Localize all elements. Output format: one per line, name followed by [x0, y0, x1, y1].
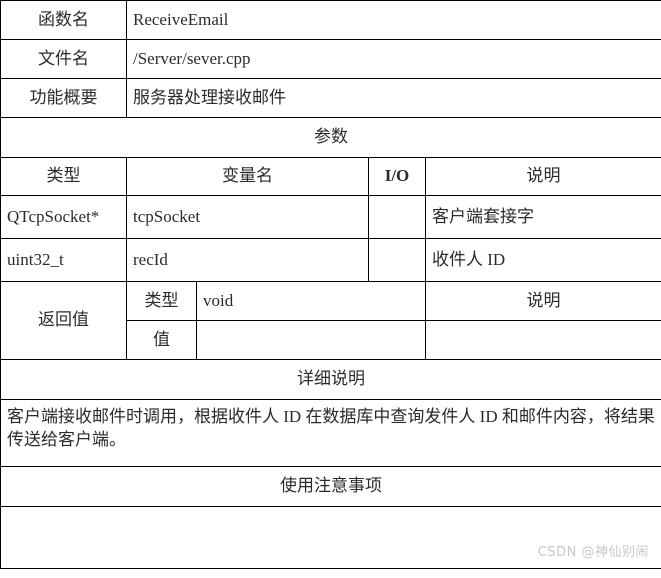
- cell-param-type: uint32_t: [0, 238, 127, 282]
- row-parameter-headers: 类型 变量名 I/O 说明: [0, 157, 661, 196]
- value-function-name: ReceiveEmail: [125, 0, 661, 40]
- row-notes-band: 使用注意事项: [0, 466, 661, 507]
- cell-param-io: [368, 195, 426, 239]
- text-detail-description: 客户端接收邮件时调用，根据收件人 ID 在数据库中查询发件人 ID 和邮件内容，…: [0, 399, 661, 467]
- band-parameters: 参数: [0, 117, 661, 158]
- header-param-type: 类型: [0, 157, 127, 196]
- label-function-name: 函数名: [0, 0, 127, 40]
- band-usage-notes: 使用注意事项: [0, 466, 661, 507]
- table-row: QTcpSocket* tcpSocket 客户端套接字: [0, 195, 661, 239]
- cell-param-variable: recId: [126, 238, 369, 282]
- row-return-type: 返回值 类型 void 说明: [0, 281, 661, 360]
- row-file-name: 文件名 /Server/sever.cpp: [0, 39, 661, 79]
- value-file-name: /Server/sever.cpp: [125, 39, 661, 79]
- csdn-watermark: CSDN @神仙别闹: [537, 545, 649, 560]
- row-detail-band: 详细说明: [0, 359, 661, 400]
- label-return-type: 类型: [126, 281, 197, 321]
- value-return-value: [196, 320, 426, 360]
- cell-param-io: [368, 238, 426, 282]
- function-spec-document: 函数名 ReceiveEmail 文件名 /Server/sever.cpp 功…: [0, 0, 661, 569]
- cell-param-type: QTcpSocket*: [0, 195, 127, 239]
- function-spec-table: 函数名 ReceiveEmail 文件名 /Server/sever.cpp 功…: [0, 0, 661, 569]
- row-parameters-band: 参数: [0, 117, 661, 158]
- table-row: uint32_t recId 收件人 ID: [0, 238, 661, 282]
- header-param-description: 说明: [424, 157, 661, 196]
- header-return-description: 说明: [424, 281, 661, 321]
- cell-param-variable: tcpSocket: [126, 195, 369, 239]
- band-detail-description: 详细说明: [0, 359, 661, 400]
- row-function-name: 函数名 ReceiveEmail: [0, 0, 661, 40]
- value-return-type: void: [196, 281, 426, 321]
- row-summary: 功能概要 服务器处理接收邮件: [0, 78, 661, 118]
- label-file-name: 文件名: [0, 39, 127, 79]
- cell-param-description: 收件人 ID: [424, 238, 661, 282]
- label-return-value: 返回值: [0, 281, 127, 360]
- row-detail-body: 客户端接收邮件时调用，根据收件人 ID 在数据库中查询发件人 ID 和邮件内容，…: [0, 399, 661, 467]
- value-return-description: [424, 320, 661, 360]
- header-param-io: I/O: [368, 157, 426, 196]
- header-param-variable: 变量名: [126, 157, 369, 196]
- label-return-value-field: 值: [126, 320, 197, 360]
- label-summary: 功能概要: [0, 78, 127, 118]
- value-summary: 服务器处理接收邮件: [125, 78, 661, 118]
- cell-param-description: 客户端套接字: [424, 195, 661, 239]
